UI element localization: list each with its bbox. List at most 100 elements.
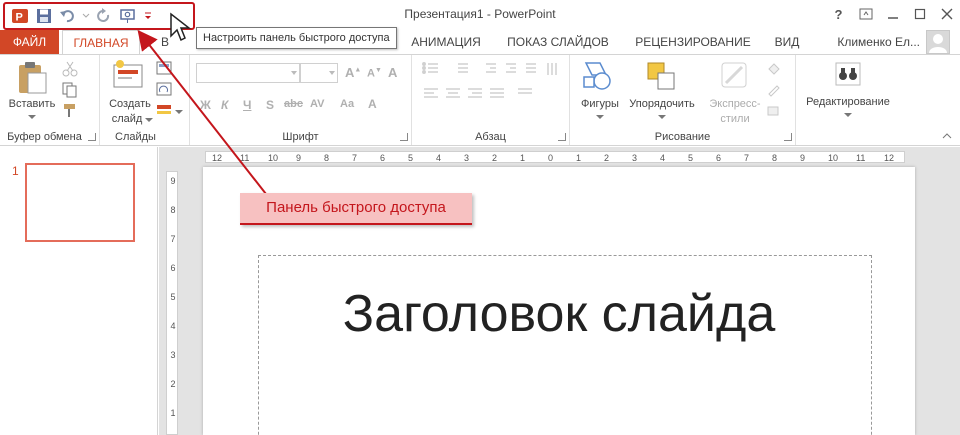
slide-thumbnail[interactable] [25,163,135,242]
tab-file[interactable]: ФАЙЛ [0,30,59,54]
mouse-cursor-icon [170,12,191,42]
ruler-tick-label: 5 [688,153,694,163]
tab-review[interactable]: РЕЦЕНЗИРОВАНИЕ [630,30,756,54]
annotation-callout: Панель быстрого доступа [240,193,472,225]
group-label-slides: Слайды [115,131,156,143]
tab-slideshow[interactable]: ПОКАЗ СЛАЙДОВ [500,30,616,54]
arrange-dropdown-icon[interactable] [658,115,666,120]
help-button[interactable]: ? [825,4,852,24]
cut-icon[interactable] [62,61,78,77]
paragraph-controls-icon[interactable] [422,61,562,117]
new-slide-dropdown-icon[interactable] [145,118,153,123]
ruler-tick-label: 2 [604,153,610,163]
group-paragraph: Абзац [412,55,570,145]
ruler-tick-label: 5 [408,153,414,163]
ruler-tick-label: 9 [296,153,302,163]
format-painter-icon[interactable] [62,103,78,119]
clear-formatting-icon[interactable]: A [388,65,397,80]
editing-dropdown-icon[interactable] [844,113,852,118]
shape-outline-icon[interactable] [766,82,782,98]
decrease-font-icon[interactable]: A▼ [367,67,382,80]
ruler-tick-label: 2 [492,153,498,163]
paste-dropdown-icon[interactable] [28,115,36,120]
new-slide-label-1[interactable]: Создать [102,97,158,112]
horizontal-ruler: 12 11 10 9 8 7 6 5 4 3 2 1 0 1 2 3 4 5 6 7 8 9 10 11 12 [205,151,905,163]
underline-button[interactable]: Ч [243,98,251,112]
ribbon: Вставить Буфер обмена Создать слайд Слай… [0,54,960,146]
minimize-icon[interactable] [879,4,906,24]
window-controls: ? [825,4,960,24]
new-slide-icon[interactable] [112,59,146,89]
section-icon[interactable] [156,103,172,119]
ruler-tick-label: 10 [828,153,839,163]
group-label-clipboard: Буфер обмена [7,131,82,143]
ribbon-display-options-icon[interactable] [852,4,879,24]
bold-button[interactable]: Ж [200,98,211,112]
quick-styles-label-1[interactable]: Экспресс- [700,97,770,112]
arrange-label[interactable]: Упорядочить [622,97,702,112]
tab-view[interactable]: ВИД [770,30,804,54]
copy-icon[interactable] [62,82,78,98]
ruler-tick-label: 12 [884,153,895,163]
group-slides: Создать слайд Слайды [100,55,190,145]
title-placeholder[interactable] [258,255,872,435]
quick-styles-label-2[interactable]: стили [702,112,768,127]
ruler-tick-label: 9 [170,176,176,186]
reset-slide-icon[interactable] [156,82,172,98]
shape-fill-icon[interactable] [766,61,782,77]
section-dropdown-icon[interactable] [175,110,183,115]
increase-font-icon[interactable]: A▲ [345,65,361,80]
maximize-icon[interactable] [906,4,933,24]
layout-icon[interactable] [156,61,172,77]
slide-title[interactable]: Заголовок слайда [203,284,915,344]
find-binoculars-icon[interactable] [834,61,862,87]
collapse-ribbon-icon[interactable] [942,133,952,139]
ruler-tick-label: 4 [436,153,442,163]
font-launcher-icon[interactable] [400,133,408,141]
window-title: Презентация1 - PowerPoint [404,7,556,21]
group-font: A▲ A▼ A Ж К Ч S abc AV Aa A Шрифт [190,55,412,145]
paste-button-label[interactable]: Вставить [2,97,62,112]
italic-button[interactable]: К [221,98,228,112]
ruler-tick-label: 11 [240,153,250,163]
ruler-tick-label: 3 [170,350,176,360]
ruler-tick-label: 4 [170,321,176,331]
ruler-tick-label: 6 [380,153,386,163]
tab-animation[interactable]: АНИМАЦИЯ [406,30,486,54]
shapes-icon[interactable] [580,59,616,93]
paragraph-launcher-icon[interactable] [558,133,566,141]
tab-home[interactable]: ГЛАВНАЯ [62,30,140,55]
ruler-tick-label: 1 [170,408,176,418]
ruler-tick-label: 1 [576,153,582,163]
strikethrough-button[interactable]: S [266,98,274,112]
paste-icon[interactable] [16,61,48,95]
change-case-button[interactable]: Aa [340,98,354,110]
quick-styles-icon[interactable] [718,59,752,93]
shapes-dropdown-icon[interactable] [596,115,604,120]
ruler-tick-label: 7 [352,153,358,163]
close-icon[interactable] [933,4,960,24]
font-name-combo[interactable] [196,63,300,83]
ruler-tick-label: 8 [170,205,176,215]
text-shadow-button[interactable]: abc [284,98,303,110]
font-size-combo[interactable] [300,63,338,83]
avatar[interactable] [926,30,950,54]
font-color-button[interactable]: A [368,97,377,111]
clipboard-launcher-icon[interactable] [88,133,96,141]
group-label-paragraph: Абзац [475,131,506,143]
user-name[interactable]: Клименко Ел... [837,35,920,49]
ruler-tick-label: 4 [660,153,666,163]
shapes-label[interactable]: Фигуры [572,97,628,112]
group-label-font: Шрифт [282,131,319,143]
ruler-tick-label: 3 [464,153,470,163]
shape-effects-icon[interactable] [766,103,782,119]
ruler-tick-label: 0 [548,153,554,163]
editing-label[interactable]: Редактирование [798,95,898,110]
character-spacing-button[interactable]: AV [310,98,324,110]
arrange-icon[interactable] [644,59,678,93]
ruler-tick-label: 8 [772,153,778,163]
group-clipboard: Вставить Буфер обмена [0,55,100,145]
drawing-launcher-icon[interactable] [784,133,792,141]
slide-thumbnails-pane: 1 [0,147,158,435]
ruler-tick-label: 8 [324,153,330,163]
